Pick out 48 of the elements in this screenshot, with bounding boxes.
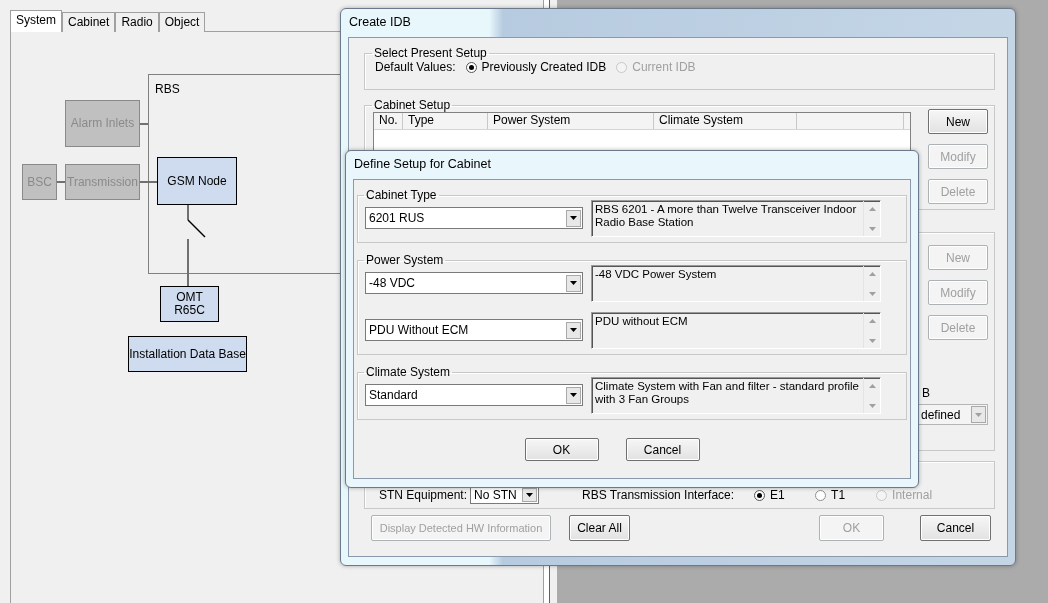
field-label: B <box>922 386 930 400</box>
connector-line <box>139 181 158 183</box>
radio-button[interactable]: Previously Created IDB <box>465 60 607 74</box>
connector-line <box>56 181 66 183</box>
column-header[interactable]: Climate System <box>654 113 797 129</box>
dialog-button[interactable]: New <box>928 109 988 134</box>
dialog-button[interactable]: Clear All <box>569 515 630 541</box>
column-header[interactable]: Power System <box>488 113 654 129</box>
caret-icon <box>971 406 986 423</box>
diagram-node[interactable]: Installation Data Base <box>128 336 247 372</box>
description-box[interactable]: PDU without ECM <box>591 312 881 349</box>
window-title: Define Setup for Cabinet <box>353 156 492 173</box>
dropdown[interactable]: Standard <box>365 384 583 406</box>
tab[interactable]: Cabinet <box>62 12 116 32</box>
group-title: Select Present Setup <box>373 46 488 60</box>
dropdown[interactable]: PDU Without ECM <box>365 319 583 341</box>
radio-button[interactable]: E1 <box>754 488 816 502</box>
group-title: Climate System <box>365 365 452 379</box>
dialog-button[interactable]: Cancel <box>920 515 991 541</box>
caret-icon <box>522 488 538 502</box>
description-box[interactable]: RBS 6201 - A more than Twelve Transceiver Indoor Radio Base Station <box>591 200 881 237</box>
diagram-node[interactable]: GSM Node <box>157 157 237 205</box>
dropdown[interactable]: 6201 RUS <box>365 207 583 229</box>
group-title: Cabinet Type <box>365 188 438 202</box>
tab[interactable]: Radio <box>115 12 159 32</box>
caret-icon <box>566 321 581 339</box>
container-label: RBS <box>155 82 180 96</box>
caret-icon <box>566 274 581 292</box>
column-header[interactable]: Type <box>403 113 488 129</box>
column-header[interactable]: No. <box>374 113 403 129</box>
description-box[interactable]: Climate System with Fan and filter - standard profile with 3 Fan Groups <box>591 377 881 414</box>
connector-line <box>139 123 149 125</box>
tab[interactable]: Object <box>158 12 206 32</box>
dialog-button[interactable]: Cancel <box>625 438 700 461</box>
dropdown[interactable]: -48 VDC <box>365 272 583 294</box>
field-label: STN Equipment: <box>379 488 468 502</box>
description-box[interactable]: -48 VDC Power System <box>591 265 881 302</box>
caret-icon <box>566 209 581 227</box>
group-title: Power System <box>365 253 445 267</box>
field-label: RBS Transmission Interface: <box>582 488 735 502</box>
radio-button[interactable]: T1 <box>815 488 877 502</box>
group-title: Cabinet Setup <box>373 98 452 112</box>
window-title: Create IDB <box>348 14 412 31</box>
dialog-button[interactable]: OK <box>524 438 599 461</box>
caret-icon <box>566 386 581 404</box>
diagram-node[interactable]: OMT R65C <box>160 286 219 322</box>
field-label: Default Values: <box>375 60 456 74</box>
tab[interactable]: System <box>10 10 62 32</box>
